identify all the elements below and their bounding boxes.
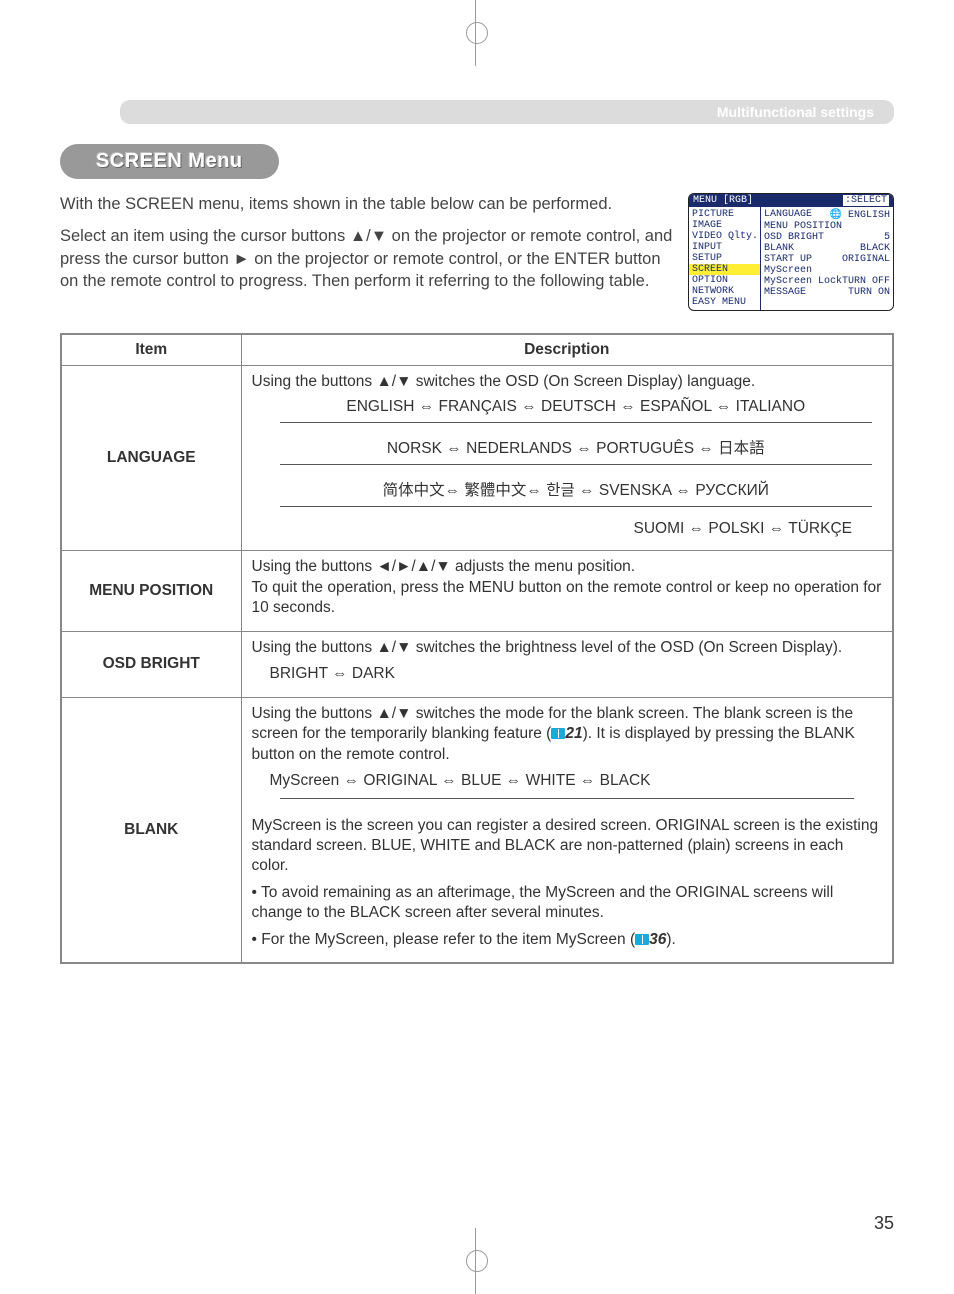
flow-connector-icon — [280, 506, 873, 514]
osd-setting-label: START UP — [764, 254, 812, 265]
screen-menu-table: Item Description LANGUAGE Using the butt… — [60, 333, 894, 964]
osd-setting-label: MENU POSITION — [764, 221, 842, 232]
language-intro: Using the buttons ▲/▼ switches the OSD (… — [252, 372, 883, 392]
blank-bullet-2: • For the MyScreen, please refer to the … — [252, 930, 883, 950]
lang-line-1: ENGLISH ⇔ FRANÇAIS ⇔ DEUTSCH ⇔ ESPAÑOL ⇔… — [270, 398, 883, 416]
osd-right-row: MENU POSITION — [764, 221, 890, 232]
breadcrumb: Multifunctional settings — [120, 100, 894, 124]
item-menu-position: MENU POSITION — [61, 551, 241, 631]
osd-bright-options: BRIGHT ⇔ DARK — [270, 664, 883, 684]
osd-setting-value: ORIGINAL — [842, 254, 890, 265]
osd-left-item: SETUP — [689, 253, 760, 264]
osd-right-settings: LANGUAGE 🌐 ENGLISHMENU POSITIONOSD BRIGHT… — [761, 207, 893, 310]
book-icon — [551, 728, 565, 739]
col-description: Description — [241, 334, 893, 366]
col-item: Item — [61, 334, 241, 366]
osd-setting-label: MESSAGE — [764, 287, 806, 298]
breadcrumb-text: Multifunctional settings — [717, 104, 874, 120]
lang-line-4: SUOMI ⇔ POLSKI ⇔ TÜRKÇE — [270, 520, 883, 538]
desc-blank: Using the buttons ▲/▼ switches the mode … — [241, 697, 893, 963]
osd-bright-intro: Using the buttons ▲/▼ switches the brigh… — [252, 638, 883, 658]
osd-left-item: EASY MENU — [689, 297, 760, 308]
osd-right-row: MyScreen LockTURN OFF — [764, 276, 890, 287]
blank-p1-ref: 21 — [565, 725, 582, 742]
osd-setting-value: BLACK — [860, 243, 890, 254]
flow-connector-icon — [280, 464, 873, 472]
blank-p2: MyScreen is the screen you can register … — [252, 816, 883, 877]
page-number: 35 — [874, 1213, 894, 1234]
osd-setting-label: OSD BRIGHT — [764, 232, 824, 243]
osd-right-row: BLANK BLACK — [764, 243, 890, 254]
intro-para-1: With the SCREEN menu, items shown in the… — [60, 193, 674, 215]
item-blank: BLANK — [61, 697, 241, 963]
item-language: LANGUAGE — [61, 366, 241, 551]
osd-left-item: SCREEN — [689, 264, 760, 275]
blank-b2-b: ). — [666, 931, 675, 948]
osd-title-right: :SELECT — [843, 195, 889, 206]
blank-b2-a: • For the MyScreen, please refer to the … — [252, 931, 636, 948]
osd-left-item: VIDEO Qlty. — [689, 231, 760, 242]
flow-connector-icon — [280, 422, 873, 430]
osd-setting-label: LANGUAGE — [764, 209, 812, 221]
osd-right-row: MyScreen — [764, 265, 890, 276]
osd-left-item: NETWORK — [689, 286, 760, 297]
osd-panel: MENU [RGB] :SELECT PICTUREIMAGEVIDEO Qlt… — [688, 193, 894, 311]
osd-setting-label: MyScreen — [764, 265, 812, 276]
table-row: LANGUAGE Using the buttons ▲/▼ switches … — [61, 366, 893, 551]
osd-setting-value: TURN ON — [848, 287, 890, 298]
osd-setting-value: 🌐 ENGLISH — [830, 209, 890, 221]
intro-wrap: With the SCREEN menu, items shown in the… — [60, 193, 894, 311]
table-row: MENU POSITION Using the buttons ◄/►/▲/▼ … — [61, 551, 893, 631]
desc-language: Using the buttons ▲/▼ switches the OSD (… — [241, 366, 893, 551]
crop-mark-bottom — [462, 1246, 492, 1276]
blank-options: MyScreen ⇔ ORIGINAL ⇔ BLUE ⇔ WHITE ⇔ BLA… — [270, 771, 883, 791]
intro-para-2: Select an item using the cursor buttons … — [60, 225, 674, 292]
osd-right-row: LANGUAGE 🌐 ENGLISH — [764, 209, 890, 221]
intro-text: With the SCREEN menu, items shown in the… — [60, 193, 674, 302]
flow-connector-icon — [280, 798, 855, 806]
section-title: SCREEN Menu — [60, 144, 279, 179]
item-osd-bright: OSD BRIGHT — [61, 631, 241, 697]
osd-setting-label: MyScreen Lock — [764, 276, 842, 287]
osd-setting-label: BLANK — [764, 243, 794, 254]
page: Multifunctional settings SCREEN Menu Wit… — [0, 0, 954, 1004]
osd-title-left: MENU [RGB] — [693, 195, 753, 206]
table-row: OSD BRIGHT Using the buttons ▲/▼ switche… — [61, 631, 893, 697]
book-icon — [635, 934, 649, 945]
osd-title-bar: MENU [RGB] :SELECT — [689, 194, 893, 207]
osd-left-item: OPTION — [689, 275, 760, 286]
section-title-text: SCREEN Menu — [96, 150, 243, 172]
osd-left-item: INPUT — [689, 242, 760, 253]
blank-b2-ref: 36 — [649, 931, 666, 948]
osd-setting-value: TURN OFF — [842, 276, 890, 287]
menu-position-desc: Using the buttons ◄/►/▲/▼ adjusts the me… — [252, 557, 883, 618]
osd-right-row: OSD BRIGHT 5 — [764, 232, 890, 243]
table-header-row: Item Description — [61, 334, 893, 366]
lang-line-2: NORSK ⇔ NEDERLANDS ⇔ PORTUGUÊS ⇔ 日本語 — [270, 436, 883, 458]
table-row: BLANK Using the buttons ▲/▼ switches the… — [61, 697, 893, 963]
language-flow: ENGLISH ⇔ FRANÇAIS ⇔ DEUTSCH ⇔ ESPAÑOL ⇔… — [270, 398, 883, 538]
blank-bullet-1: • To avoid remaining as an afterimage, t… — [252, 883, 883, 924]
osd-body: PICTUREIMAGEVIDEO Qlty.INPUTSETUPSCREENO… — [689, 207, 893, 310]
osd-left-item: PICTURE — [689, 209, 760, 220]
blank-p1: Using the buttons ▲/▼ switches the mode … — [252, 704, 883, 765]
desc-osd-bright: Using the buttons ▲/▼ switches the brigh… — [241, 631, 893, 697]
osd-right-row: MESSAGE TURN ON — [764, 287, 890, 298]
desc-menu-position: Using the buttons ◄/►/▲/▼ adjusts the me… — [241, 551, 893, 631]
lang-line-3: 简体中文⇔ 繁體中文⇔ 한글 ⇔ SVENSKA ⇔ РУССКИЙ — [270, 478, 883, 500]
osd-right-row: START UP ORIGINAL — [764, 254, 890, 265]
osd-setting-value: 5 — [884, 232, 890, 243]
osd-left-menu: PICTUREIMAGEVIDEO Qlty.INPUTSETUPSCREENO… — [689, 207, 761, 310]
osd-left-item: IMAGE — [689, 220, 760, 231]
